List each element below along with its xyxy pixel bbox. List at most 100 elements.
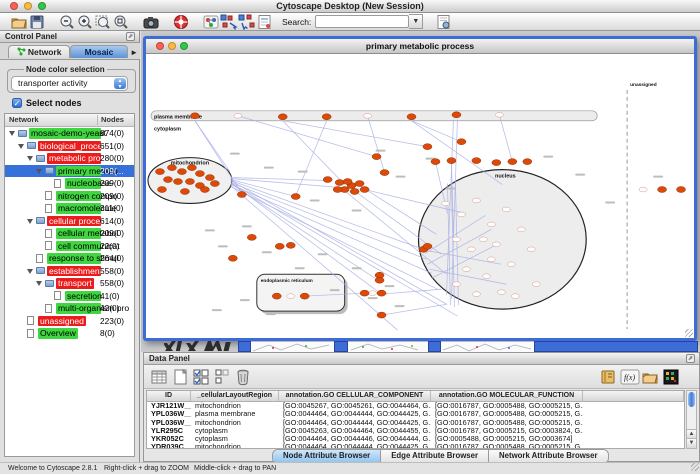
save-icon[interactable]: [28, 14, 46, 30]
table-row[interactable]: YPL036W__2plasma membrane[GO:0044464, GO…: [147, 410, 684, 418]
background-window-edge[interactable]: [334, 341, 348, 352]
network-node-highlighted[interactable]: [423, 243, 432, 249]
annotation-icon[interactable]: [256, 14, 274, 30]
network-node-highlighted[interactable]: [322, 114, 331, 120]
view-resize-grip[interactable]: [685, 329, 693, 337]
tree-row[interactable]: primary metabo209(...: [5, 165, 134, 178]
network-node-highlighted[interactable]: [377, 290, 386, 296]
network-node-highlighted[interactable]: [355, 181, 364, 187]
tree-row[interactable]: biological_process651(0): [5, 140, 134, 153]
network-node-highlighted[interactable]: [360, 290, 369, 296]
network-node-highlighted[interactable]: [275, 243, 284, 249]
network-node-highlighted[interactable]: [343, 179, 352, 185]
zoom-out-icon[interactable]: [58, 14, 76, 30]
expander-icon[interactable]: [9, 131, 15, 136]
tree-row[interactable]: metabolic process280(0): [5, 152, 134, 165]
network-node-highlighted[interactable]: [658, 187, 667, 193]
expander-icon[interactable]: [36, 169, 42, 174]
network-node-highlighted[interactable]: [185, 179, 194, 185]
matrix-view-icon[interactable]: [662, 368, 680, 386]
tree-row[interactable]: cellular process614(0): [5, 215, 134, 228]
expander-icon[interactable]: [27, 269, 33, 274]
network-node-highlighted[interactable]: [523, 159, 532, 165]
select-attributes-icon[interactable]: [192, 368, 210, 386]
network-node[interactable]: [511, 294, 519, 299]
network-node-highlighted[interactable]: [247, 234, 256, 240]
network-node-highlighted[interactable]: [335, 180, 344, 186]
network-node-highlighted[interactable]: [372, 154, 381, 160]
network-node-highlighted[interactable]: [195, 171, 204, 177]
table-row[interactable]: YKR052Ccytoplasm[GO:0044464, GO:0044446,…: [147, 435, 684, 443]
network-node[interactable]: [517, 227, 525, 232]
background-window-edge[interactable]: [534, 341, 698, 352]
network-node[interactable]: [472, 292, 480, 297]
tree-column-nodes[interactable]: Nodes: [101, 114, 124, 126]
network-node[interactable]: [502, 207, 510, 212]
network-node[interactable]: [287, 294, 295, 299]
tree-row[interactable]: establishment of lo558(0): [5, 265, 134, 278]
unselect-attributes-icon[interactable]: [213, 368, 231, 386]
network-node[interactable]: [369, 291, 377, 296]
expander-icon[interactable]: [27, 156, 33, 161]
network-node[interactable]: [497, 290, 505, 295]
network-node-highlighted[interactable]: [323, 177, 332, 183]
tree-row[interactable]: cellular metabol209(0): [5, 227, 134, 240]
network-node-highlighted[interactable]: [286, 242, 295, 248]
snapshot-camera-icon[interactable]: [142, 14, 160, 30]
network-node-highlighted[interactable]: [272, 293, 281, 299]
network-node[interactable]: [452, 237, 460, 242]
tree-row[interactable]: response to stimul264(0): [5, 252, 134, 265]
float-panel-icon[interactable]: ⇗: [126, 32, 135, 41]
table-column-header[interactable]: annotation.GO CELLULAR_COMPONENT: [279, 391, 431, 401]
background-window-edge[interactable]: [238, 341, 251, 352]
function-builder-icon[interactable]: f(x): [620, 368, 638, 386]
network-node-highlighted[interactable]: [187, 165, 196, 171]
network-node-highlighted[interactable]: [333, 187, 342, 193]
network-node-highlighted[interactable]: [350, 189, 359, 195]
network-node-highlighted[interactable]: [508, 159, 517, 165]
network-node-highlighted[interactable]: [377, 312, 386, 318]
network-node-highlighted[interactable]: [447, 158, 456, 164]
expander-icon[interactable]: [36, 281, 42, 286]
network-node[interactable]: [479, 237, 487, 242]
network-node-highlighted[interactable]: [492, 160, 501, 166]
network-node[interactable]: [472, 198, 480, 203]
zoom-selected-region-icon[interactable]: [94, 14, 112, 30]
delete-attribute-trash-icon[interactable]: [234, 368, 252, 386]
network-node-highlighted[interactable]: [155, 169, 164, 175]
table-column-header[interactable]: _cellularLayoutRegion: [191, 391, 279, 401]
tree-row[interactable]: secretion41(0): [5, 290, 134, 303]
help-lifesaver-icon[interactable]: [172, 14, 190, 30]
network-node[interactable]: [532, 282, 540, 287]
network-node[interactable]: [234, 113, 242, 118]
new-attribute-icon[interactable]: [171, 368, 189, 386]
network-node-highlighted[interactable]: [380, 170, 389, 176]
apply-layout-icon[interactable]: [220, 14, 238, 30]
tree-row[interactable]: Overview8(0): [5, 327, 134, 340]
network-node-highlighted[interactable]: [278, 114, 287, 120]
select-nodes-checkbox[interactable]: ✓: [12, 98, 22, 108]
tree-row[interactable]: macromolecule311(0): [5, 202, 134, 215]
search-dropdown-arrow[interactable]: ▼: [409, 14, 423, 29]
apply-preferred-layout-icon[interactable]: [238, 14, 256, 30]
network-node[interactable]: [527, 247, 535, 252]
tree-row[interactable]: nucleobase-209(0): [5, 177, 134, 190]
network-node[interactable]: [441, 201, 449, 206]
tree-row[interactable]: mosaic-demo-yeast874(0): [5, 127, 134, 140]
network-node[interactable]: [364, 113, 372, 118]
network-node[interactable]: [462, 267, 470, 272]
zoom-fit-icon[interactable]: [112, 14, 130, 30]
attribute-table[interactable]: ID_cellularLayoutRegionannotation.GO CEL…: [146, 390, 685, 449]
network-view-window[interactable]: primary metabolic process plasma membran…: [143, 36, 697, 341]
network-node-highlighted[interactable]: [173, 179, 182, 185]
open-icon[interactable]: [10, 14, 28, 30]
network-node[interactable]: [487, 257, 495, 262]
search-options-icon[interactable]: [435, 14, 453, 30]
tree-row[interactable]: multi-organism pro42(0): [5, 302, 134, 315]
table-row[interactable]: YJR121W__1mitochondrion[GO:0045267, GO:0…: [147, 402, 684, 410]
tab-mosaic[interactable]: Mosaic: [70, 45, 128, 58]
network-node-highlighted[interactable]: [228, 255, 237, 261]
search-input[interactable]: [315, 15, 409, 28]
tree-row[interactable]: transport558(0): [5, 277, 134, 290]
network-node[interactable]: [487, 222, 495, 227]
